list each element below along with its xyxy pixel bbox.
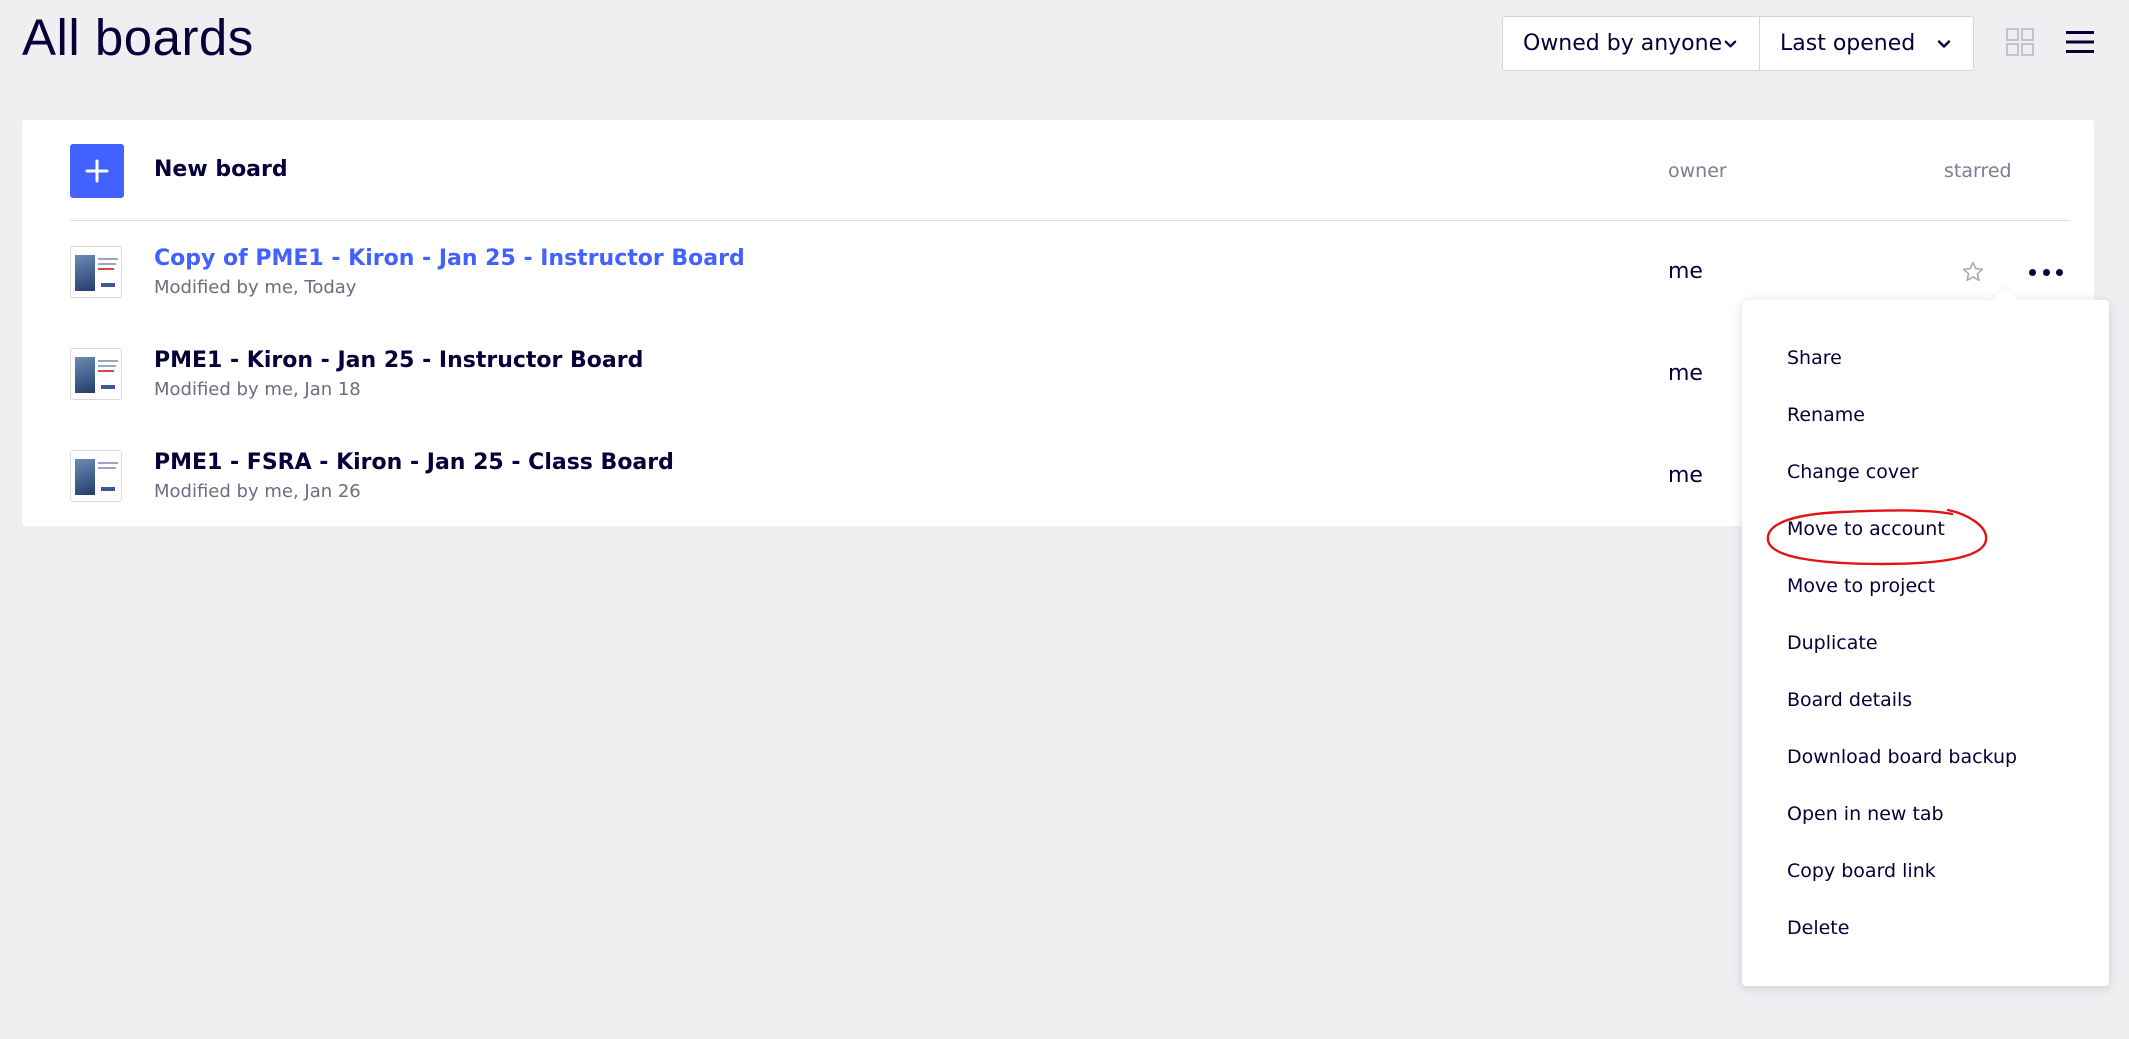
list-header: New board owner starred [22,120,2094,220]
menu-item-change-cover[interactable]: Change cover [1787,452,1919,492]
sort-dropdown[interactable]: Last opened [1760,16,1974,71]
plus-icon [85,159,109,183]
sort-label: Last opened [1780,31,1916,56]
menu-item-duplicate[interactable]: Duplicate [1787,623,1878,663]
board-thumbnail [70,450,122,502]
more-options-icon[interactable] [2029,258,2063,286]
chevron-down-icon [1937,39,1951,48]
new-board-button[interactable] [70,144,124,198]
board-thumbnail [70,246,122,298]
menu-item-open-new-tab[interactable]: Open in new tab [1787,794,1944,834]
board-title[interactable]: PME1 - Kiron - Jan 25 - Instructor Board [154,348,643,373]
board-owner: me [1668,361,1703,386]
starred-column-header: starred [1944,160,2012,182]
board-modified: Modified by me, Jan 26 [154,481,361,502]
annotation-circle [1766,508,1988,566]
divider [70,220,2070,221]
filter-bar: Owned by anyone Last opened [1502,16,1974,71]
board-title[interactable]: PME1 - FSRA - Kiron - Jan 25 - Class Boa… [154,450,674,475]
menu-item-move-to-project[interactable]: Move to project [1787,566,1935,606]
board-thumbnail [70,348,122,400]
new-board-label[interactable]: New board [154,157,288,182]
board-context-menu: Share Rename Change cover Move to accoun… [1742,300,2109,986]
menu-item-share[interactable]: Share [1787,338,1842,378]
board-title[interactable]: Copy of PME1 - Kiron - Jan 25 - Instruct… [154,246,745,271]
menu-item-download-backup[interactable]: Download board backup [1787,737,2017,777]
menu-item-delete[interactable]: Delete [1787,908,1849,948]
owner-column-header: owner [1668,160,1727,182]
menu-item-copy-link[interactable]: Copy board link [1787,851,1936,891]
board-owner: me [1668,259,1703,284]
page-title: All boards [22,9,254,66]
board-modified: Modified by me, Today [154,277,357,298]
owner-filter-label: Owned by anyone [1523,31,1723,56]
board-modified: Modified by me, Jan 18 [154,379,361,400]
menu-item-board-details[interactable]: Board details [1787,680,1912,720]
board-owner: me [1668,463,1703,488]
hamburger-icon[interactable] [2064,26,2096,58]
owner-filter-dropdown[interactable]: Owned by anyone [1502,16,1760,71]
menu-item-rename[interactable]: Rename [1787,395,1865,435]
chevron-down-icon [1724,40,1737,47]
grid-icon[interactable] [2005,27,2035,57]
star-icon[interactable] [1961,260,1985,284]
